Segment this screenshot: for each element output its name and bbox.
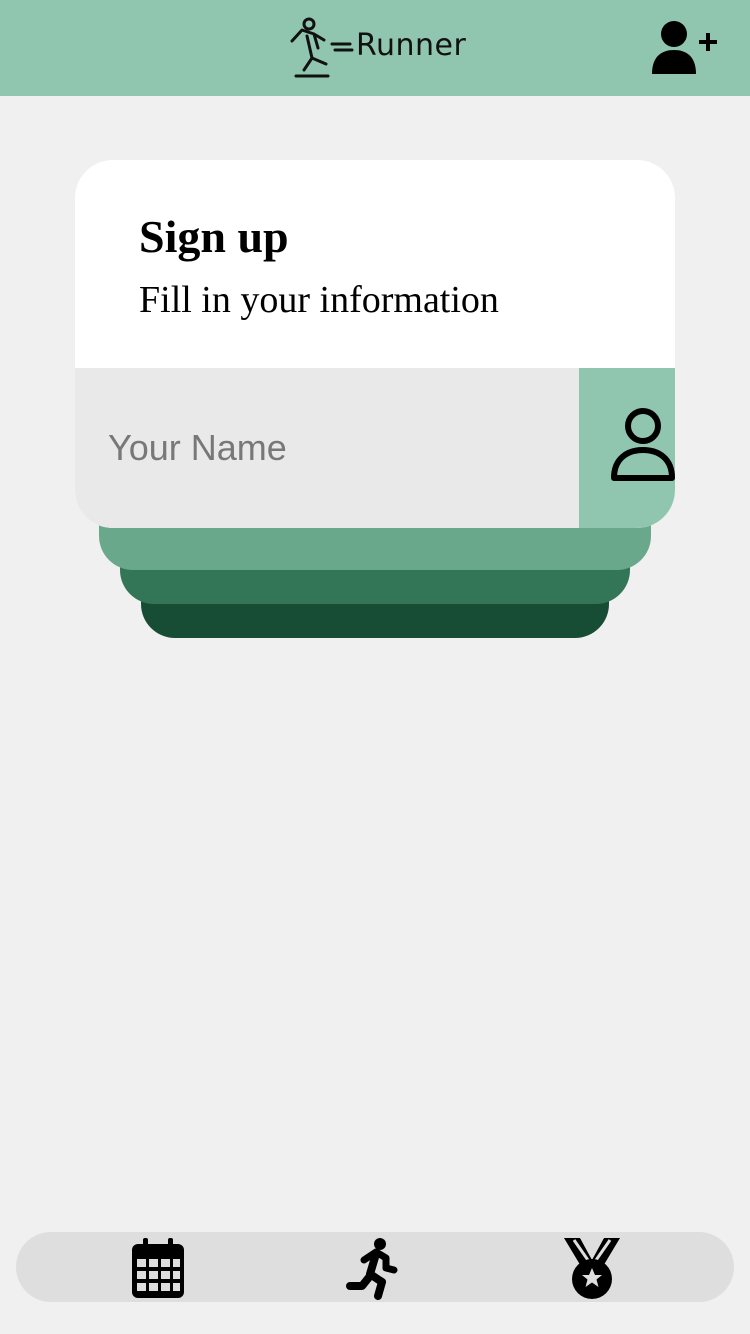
- add-user-icon: [652, 21, 717, 74]
- add-user-button[interactable]: [650, 18, 722, 78]
- runner-logo-icon: [290, 17, 354, 78]
- nav-calendar-button[interactable]: [126, 1236, 190, 1300]
- running-person-icon: [346, 1238, 398, 1300]
- app-logo: Runner: [288, 14, 467, 82]
- app-header: Runner: [0, 0, 750, 96]
- medal-icon: [564, 1238, 620, 1299]
- user-outline-icon: [611, 408, 675, 481]
- app-name: Runner: [356, 28, 467, 63]
- name-input[interactable]: [75, 368, 579, 528]
- nav-run-button[interactable]: [342, 1236, 406, 1300]
- calendar-icon: [132, 1238, 184, 1298]
- signup-subtitle: Fill in your information: [139, 279, 499, 321]
- nav-medal-button[interactable]: [560, 1236, 624, 1300]
- name-input-row: [75, 368, 675, 528]
- signup-title: Sign up: [139, 211, 289, 262]
- bottom-nav: [16, 1232, 734, 1302]
- signup-card: Sign up Fill in your information: [75, 160, 675, 528]
- name-field-icon-box: [579, 368, 675, 528]
